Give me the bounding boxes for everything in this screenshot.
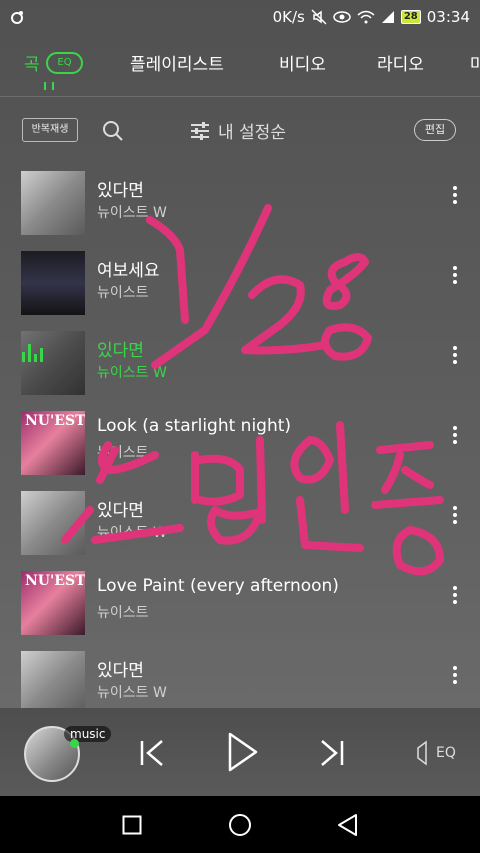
eq-speaker-icon	[417, 740, 427, 766]
status-dot	[70, 739, 79, 748]
mute-icon	[311, 9, 327, 25]
tab-video[interactable]: 비디오	[279, 50, 326, 75]
repeat-button[interactable]: 반복재생	[22, 118, 78, 142]
more-options-icon[interactable]	[450, 506, 460, 524]
recent-apps-icon[interactable]	[122, 815, 142, 835]
back-icon[interactable]	[336, 813, 358, 837]
eq-button[interactable]: EQ	[416, 740, 456, 766]
song-row[interactable]: 있다면 뉴이스트 W	[0, 160, 480, 240]
tab-indicator	[44, 82, 54, 90]
song-title: 있다면	[97, 661, 144, 681]
album-art	[21, 171, 85, 235]
tab-more[interactable]: 마	[470, 50, 480, 75]
song-artist: 뉴이스트 W	[97, 685, 167, 701]
song-title: Look (a starlight night)	[97, 416, 292, 436]
album-art	[21, 651, 85, 715]
eq-label: EQ	[436, 745, 456, 761]
tab-playlist[interactable]: 플레이리스트	[130, 50, 224, 75]
album-art: NU'EST	[21, 571, 85, 635]
app-logo-icon	[11, 11, 23, 24]
more-options-icon[interactable]	[450, 186, 460, 204]
more-options-icon[interactable]	[450, 266, 460, 284]
wifi-icon	[357, 10, 375, 24]
album-art	[21, 331, 85, 395]
clock: 03:34	[426, 8, 470, 26]
category-tabs: 곡 EQ 플레이리스트 비디오 라디오 마	[0, 42, 480, 90]
album-art	[21, 491, 85, 555]
song-artist: 뉴이스트	[97, 285, 149, 301]
tab-radio[interactable]: 라디오	[377, 50, 424, 75]
song-title: 있다면	[97, 181, 144, 201]
tab-songs-badge: EQ	[46, 52, 83, 74]
battery-indicator: 28	[400, 10, 421, 24]
sliders-icon	[191, 121, 209, 140]
song-row[interactable]: 있다면 뉴이스트 W	[0, 480, 480, 560]
album-art	[21, 251, 85, 315]
song-artist: 뉴이스트 W	[97, 525, 167, 541]
song-artist: 뉴이스트	[97, 445, 149, 461]
signal-icon	[381, 11, 394, 23]
album-art-text: NU'EST	[25, 413, 85, 429]
home-icon[interactable]	[228, 813, 252, 837]
sort-label: 내 설정순	[218, 123, 286, 143]
edit-button[interactable]: 편집	[414, 119, 456, 141]
song-title: 있다면	[97, 501, 144, 521]
more-options-icon[interactable]	[450, 346, 460, 364]
song-artist: 뉴이스트	[97, 605, 149, 621]
system-nav-bar	[0, 796, 480, 853]
song-row[interactable]: NU'EST Look (a starlight night) 뉴이스트	[0, 400, 480, 480]
more-options-icon[interactable]	[450, 426, 460, 444]
song-artist: 뉴이스트 W	[97, 205, 167, 221]
song-artist: 뉴이스트 W	[97, 365, 167, 381]
song-row[interactable]: NU'EST Love Paint (every afternoon) 뉴이스트	[0, 560, 480, 640]
search-icon[interactable]	[102, 120, 124, 142]
now-playing-icon	[22, 342, 43, 362]
song-title: Love Paint (every afternoon)	[97, 576, 339, 596]
more-options-icon[interactable]	[450, 586, 460, 604]
list-toolbar: 반복재생 내 설정순 편집	[0, 110, 480, 150]
previous-icon[interactable]	[138, 738, 168, 768]
tab-songs[interactable]: 곡	[24, 50, 40, 75]
album-art-text: NU'EST	[25, 573, 85, 589]
song-row[interactable]: 여보세요 뉴이스트	[0, 240, 480, 320]
eye-icon	[333, 11, 351, 23]
more-options-icon[interactable]	[450, 666, 460, 684]
tabs-divider	[0, 96, 480, 97]
sort-selector[interactable]: 내 설정순	[190, 118, 286, 143]
next-icon[interactable]	[316, 738, 346, 768]
song-title: 여보세요	[97, 261, 160, 281]
play-icon[interactable]	[225, 730, 261, 774]
album-art: NU'EST	[21, 411, 85, 475]
song-title: 있다면	[97, 341, 144, 361]
song-row-playing[interactable]: 있다면 뉴이스트 W	[0, 320, 480, 400]
net-speed: 0K/s	[272, 8, 305, 26]
mini-player: music EQ	[0, 708, 480, 796]
status-bar: 0K/s 28 03:34	[0, 0, 480, 34]
